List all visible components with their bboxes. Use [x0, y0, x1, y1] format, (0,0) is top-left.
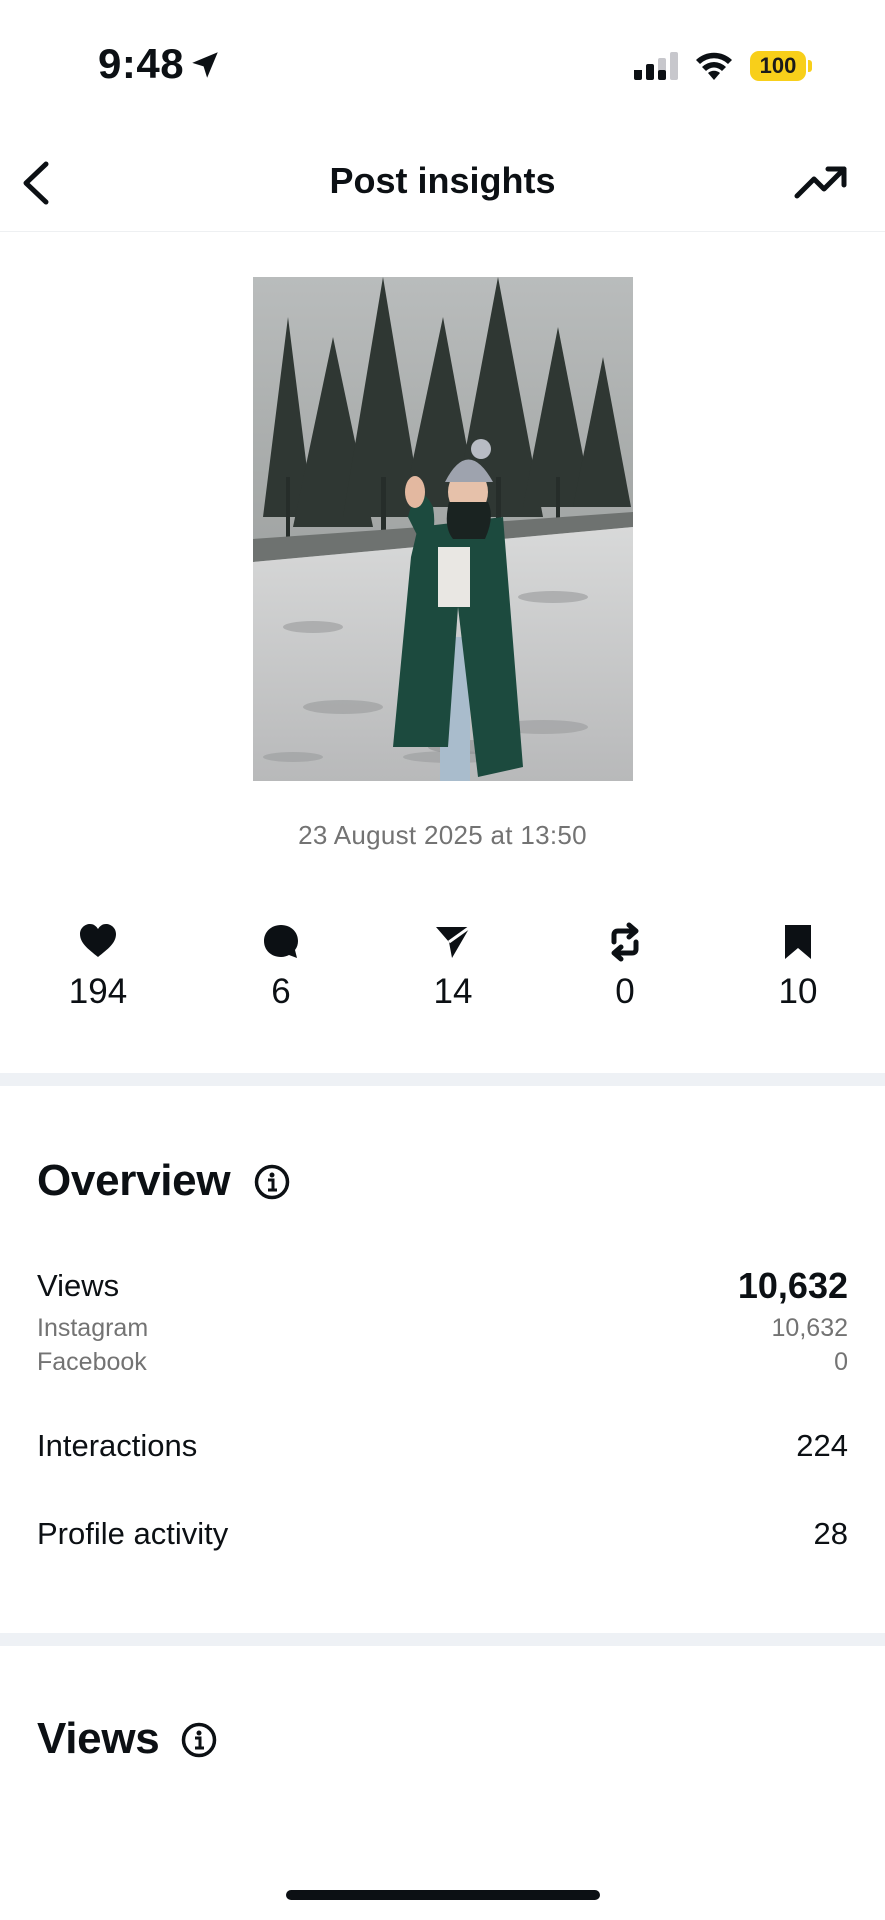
section-divider [0, 1633, 885, 1646]
instagram-value: 10,632 [771, 1314, 848, 1342]
share-icon [436, 925, 471, 958]
post-thumbnail[interactable] [253, 277, 633, 781]
stat-saves: 10 [738, 922, 858, 1012]
heart-icon [80, 924, 116, 957]
interactions-label[interactable]: Interactions [37, 1428, 197, 1464]
stat-likes: 194 [38, 922, 158, 1012]
saves-count: 10 [778, 972, 818, 1011]
battery-cap [808, 60, 812, 72]
status-bar: 9:48 100 [0, 0, 885, 130]
views-label: Views [37, 1268, 120, 1303]
wifi-icon [696, 52, 732, 80]
page-title: Post insights [329, 160, 556, 201]
profile-activity-value: 28 [813, 1516, 848, 1551]
shares-count: 14 [433, 972, 473, 1011]
status-time: 9:48 [98, 40, 185, 87]
stat-shares: 14 [393, 922, 513, 1012]
reposts-count: 0 [615, 972, 635, 1011]
comments-count: 6 [271, 972, 291, 1011]
repost-icon [611, 922, 639, 962]
trending-up-icon[interactable] [794, 162, 850, 202]
views-value: 10,632 [737, 1265, 848, 1306]
comment-icon [264, 925, 298, 958]
post-insights-screen: 9:48 100 Post insights 23 August 2025 at… [0, 0, 885, 1920]
profile-activity-label[interactable]: Profile activity [37, 1516, 228, 1552]
overview-title: Overview [37, 1156, 231, 1205]
home-indicator[interactable] [286, 1890, 600, 1900]
stat-reposts: 0 [565, 922, 685, 1012]
likes-count: 194 [68, 972, 128, 1011]
section-divider [0, 1073, 885, 1086]
facebook-value: 0 [834, 1348, 848, 1376]
instagram-label: Instagram [37, 1314, 149, 1342]
info-icon[interactable] [254, 1164, 290, 1200]
views-section-title: Views [37, 1714, 160, 1763]
cellular-signal-icon [634, 52, 678, 80]
battery-indicator: 100 [750, 51, 806, 81]
facebook-label: Facebook [37, 1348, 147, 1376]
info-icon[interactable] [181, 1722, 217, 1758]
battery-level: 100 [759, 53, 797, 78]
interactions-value: 224 [796, 1428, 848, 1463]
stat-comments: 6 [221, 922, 341, 1012]
nav-header: Post insights [0, 130, 885, 232]
post-date: 23 August 2025 at 13:50 [298, 820, 587, 850]
bookmark-icon [785, 925, 811, 959]
location-arrow-icon [192, 52, 218, 78]
